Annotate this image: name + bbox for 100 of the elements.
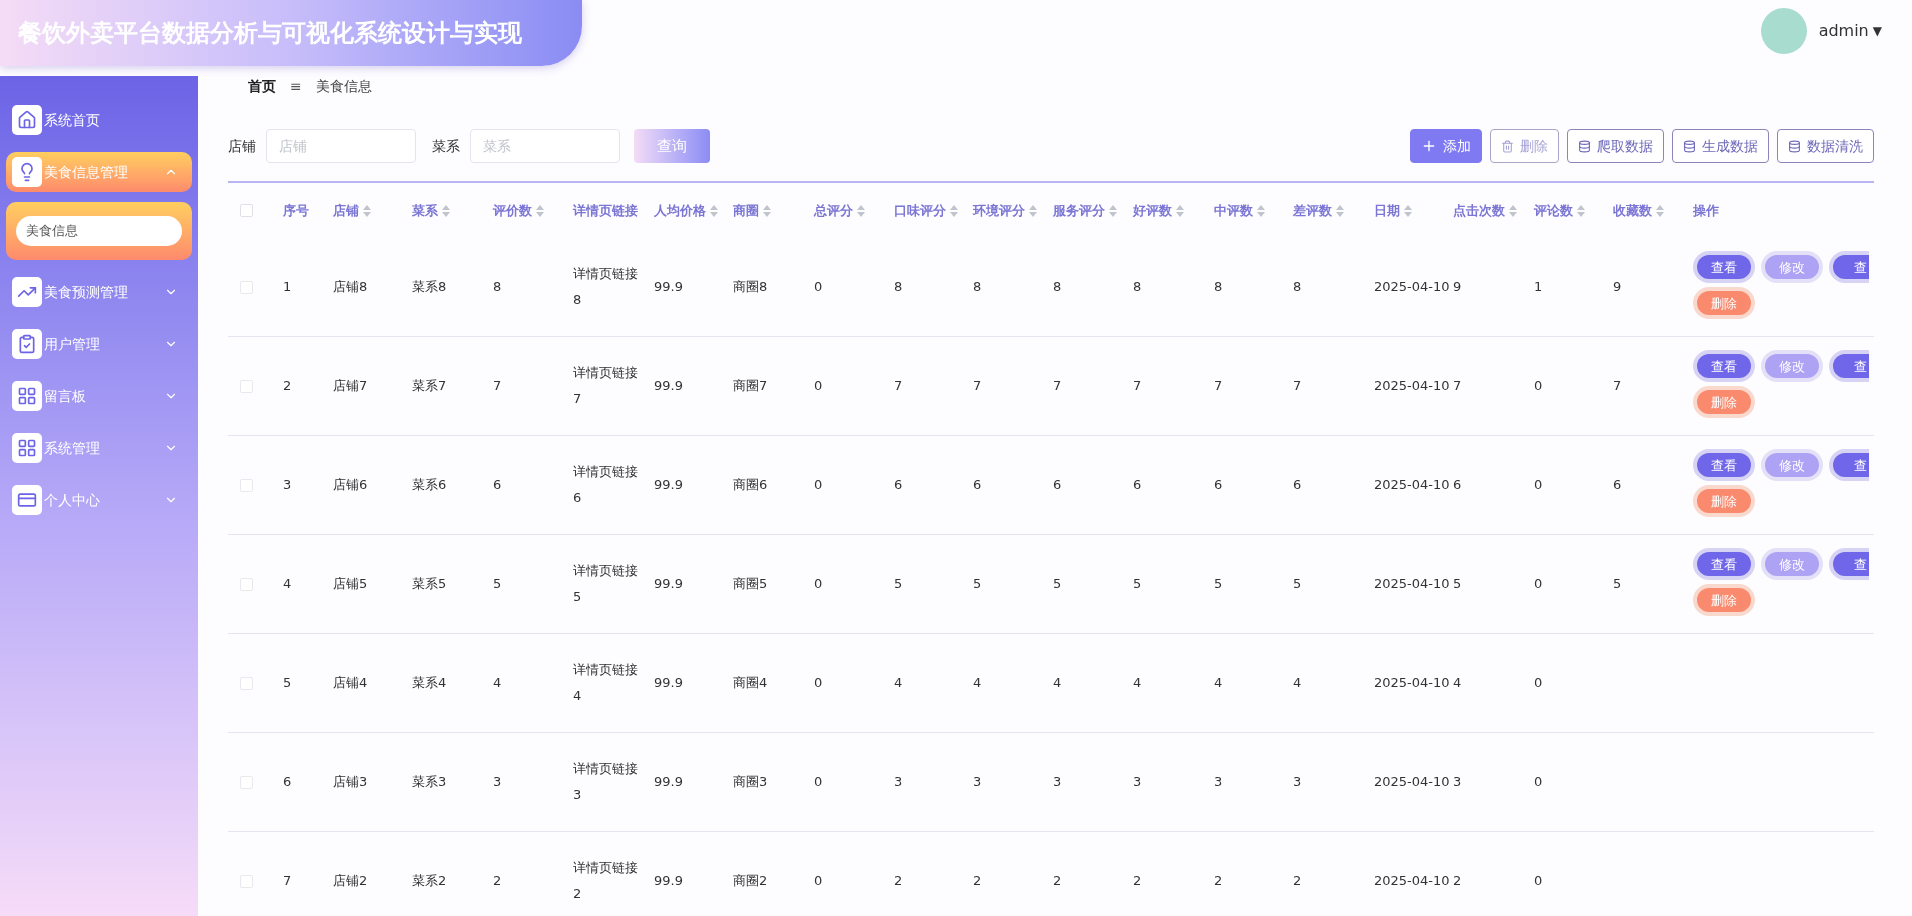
delete-button[interactable]: 删除 <box>1693 287 1755 319</box>
table-cell-text: 8 <box>894 278 904 296</box>
table-cell-text: 菜系8 <box>412 278 448 296</box>
breadcrumb-current: 美食信息 <box>315 77 372 96</box>
username[interactable]: admin <box>1818 19 1869 43</box>
toolbar-button[interactable]: 爬取数据 <box>1567 129 1664 163</box>
column-header[interactable]: 点击次数 <box>1453 200 1534 221</box>
sidebar-item[interactable]: 系统首页 <box>6 100 192 140</box>
column-header[interactable]: 评价数 <box>493 200 573 221</box>
view-button[interactable]: 查看 <box>1693 449 1755 481</box>
sort-icon[interactable] <box>1336 204 1344 217</box>
sort-icon[interactable] <box>1656 204 1664 217</box>
table-cell-text: 2 <box>1214 872 1224 890</box>
edit-button[interactable]: 修改 <box>1761 350 1823 382</box>
table-cell-text: 4 <box>1053 674 1063 692</box>
column-header[interactable]: 日期 <box>1374 200 1453 221</box>
sort-icon[interactable] <box>857 204 865 217</box>
filter-label: 店铺 <box>228 136 256 156</box>
table-cell-text: 菜系7 <box>412 377 448 395</box>
table-cell-text: 2 <box>283 377 293 395</box>
sort-icon[interactable] <box>1509 204 1517 217</box>
column-header[interactable]: 中评数 <box>1214 200 1293 221</box>
delete-button[interactable]: 删除 <box>1693 485 1755 517</box>
caret-icon[interactable]: ▼ <box>1872 22 1882 40</box>
table-cell-text: 菜系3 <box>412 773 448 791</box>
view-button[interactable]: 查看 <box>1693 251 1755 283</box>
column-header: 操作 <box>1693 201 1720 220</box>
filter-field[interactable]: 店铺 <box>266 129 416 163</box>
table-cell-text: 4 <box>1214 674 1224 692</box>
menu-label: 美食预测管理 <box>44 282 128 302</box>
sort-icon[interactable] <box>763 204 771 217</box>
filter-field[interactable]: 菜系 <box>470 129 620 163</box>
submenu-item[interactable]: 美食信息 <box>16 216 182 246</box>
table-cell-text: 菜系5 <box>412 575 448 593</box>
sort-icon[interactable] <box>536 204 544 217</box>
column-header[interactable]: 店铺 <box>333 200 412 221</box>
sidebar-item[interactable]: 系统管理 <box>6 428 192 468</box>
sort-icon[interactable] <box>1176 204 1184 217</box>
column-header[interactable]: 菜系 <box>412 200 493 221</box>
column-header[interactable]: 总评分 <box>814 200 894 221</box>
table-cell-text: 商圈5 <box>733 575 769 593</box>
toolbar-button[interactable]: 生成数据 <box>1672 129 1769 163</box>
view-button[interactable]: 查 <box>1829 548 1869 580</box>
sort-icon[interactable] <box>363 204 371 217</box>
toolbar-button[interactable]: 数据清洗 <box>1777 129 1874 163</box>
table-cell-text: 99.9 <box>654 575 684 593</box>
column-header[interactable]: 口味评分 <box>894 200 973 221</box>
table-cell-text: 99.9 <box>654 377 684 395</box>
delete-button[interactable]: 删除 <box>1693 386 1755 418</box>
sidebar-item[interactable]: 用户管理 <box>6 324 192 364</box>
sort-icon[interactable] <box>710 204 718 217</box>
column-header[interactable]: 收藏数 <box>1613 200 1693 221</box>
view-button[interactable]: 查 <box>1829 449 1869 481</box>
table-cell-text: 商圈3 <box>733 773 769 791</box>
sidebar-item[interactable]: 美食预测管理 <box>6 272 192 312</box>
query-button[interactable]: 查询 <box>634 129 710 163</box>
table-cell-text: 4 <box>894 674 904 692</box>
sort-icon[interactable] <box>1257 204 1265 217</box>
toolbar-button[interactable]: 添加 <box>1410 129 1482 163</box>
column-header[interactable]: 商圈 <box>733 200 814 221</box>
edit-button[interactable]: 修改 <box>1761 251 1823 283</box>
table-cell-text: 详情页链接4 <box>573 661 639 705</box>
table-cell-text: 7 <box>1214 377 1224 395</box>
table-cell-text: 8 <box>1214 278 1224 296</box>
sidebar-item[interactable]: 个人中心 <box>6 480 192 520</box>
table-cell-text: 7 <box>1453 377 1463 395</box>
column-header[interactable]: 环境评分 <box>973 200 1053 221</box>
table-cell-text: 7 <box>1613 377 1623 395</box>
column-header[interactable]: 好评数 <box>1133 200 1214 221</box>
column-header[interactable]: 人均价格 <box>654 200 733 221</box>
delete-button[interactable]: 删除 <box>1693 584 1755 616</box>
table-cell-text: 5 <box>973 575 983 593</box>
table-cell-text: 2 <box>1133 872 1143 890</box>
view-button[interactable]: 查看 <box>1693 548 1755 580</box>
table-cell-text: 3 <box>973 773 983 791</box>
sort-icon[interactable] <box>1109 204 1117 217</box>
view-button[interactable]: 查 <box>1829 350 1869 382</box>
table-cell-text: 2025-04-10 <box>1374 377 1450 395</box>
breadcrumb-link[interactable]: 首页 <box>248 76 276 97</box>
view-button[interactable]: 查 <box>1829 251 1869 283</box>
sort-icon[interactable] <box>950 204 958 217</box>
column-header[interactable]: 评论数 <box>1534 200 1613 221</box>
sort-icon[interactable] <box>442 204 450 217</box>
breadcrumb-separator: ≡ <box>290 77 302 96</box>
view-button[interactable]: 查看 <box>1693 350 1755 382</box>
column-header[interactable]: 服务评分 <box>1053 200 1133 221</box>
database-icon <box>1578 139 1591 153</box>
sort-icon[interactable] <box>1404 204 1412 217</box>
table-cell-text: 详情页链接8 <box>573 265 639 309</box>
header-checkbox[interactable] <box>240 204 253 217</box>
column-header[interactable]: 差评数 <box>1293 200 1374 221</box>
edit-button[interactable]: 修改 <box>1761 548 1823 580</box>
table-cell-text: 店铺3 <box>333 773 369 791</box>
table-cell-text: 6 <box>894 476 904 494</box>
table-cell-text: 0 <box>814 872 824 890</box>
sidebar-item[interactable]: 留言板 <box>6 376 192 416</box>
sort-icon[interactable] <box>1029 204 1037 217</box>
sort-icon[interactable] <box>1577 204 1585 217</box>
edit-button[interactable]: 修改 <box>1761 449 1823 481</box>
table-cell-text: 菜系6 <box>412 476 448 494</box>
